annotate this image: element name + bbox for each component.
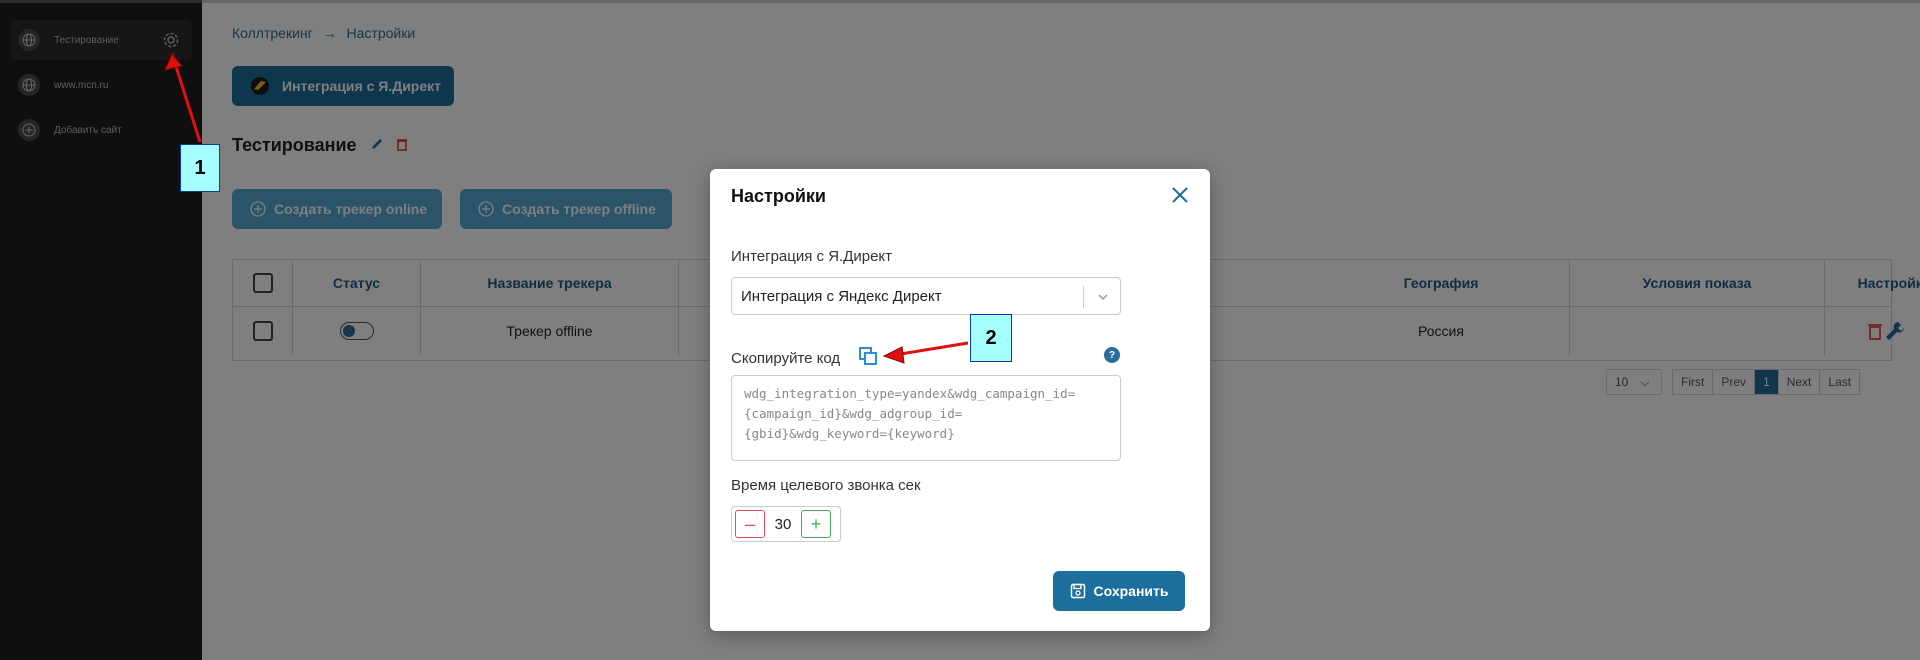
annotation-badge-1: 1 xyxy=(180,144,220,192)
annotation-badge-2: 2 xyxy=(970,314,1012,362)
annotation-arrows xyxy=(164,53,969,364)
